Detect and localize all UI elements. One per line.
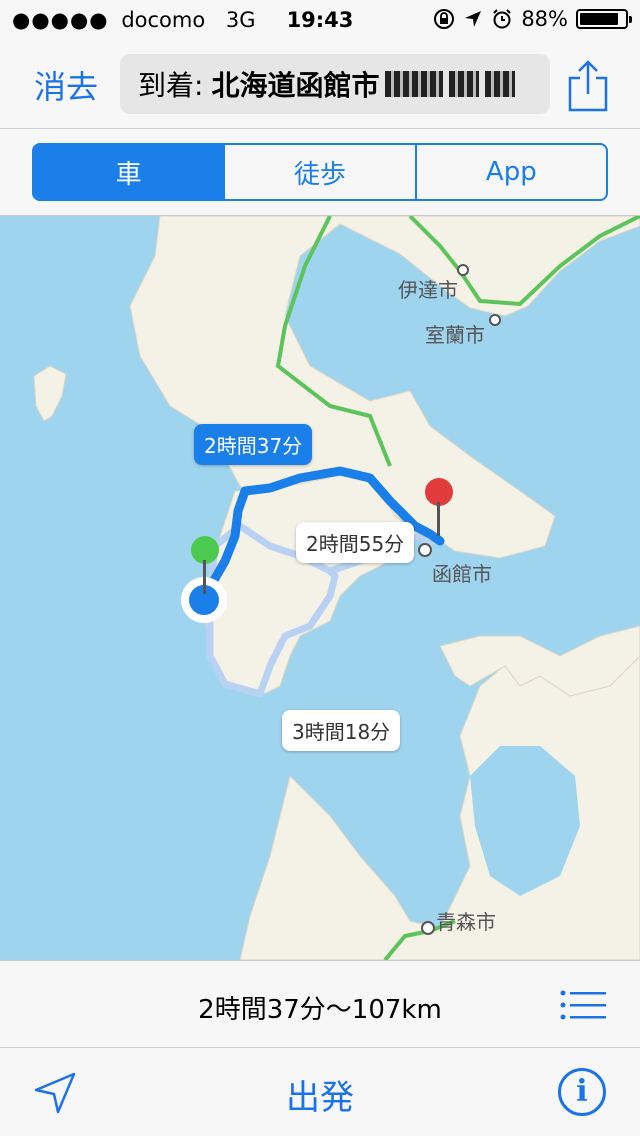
bottom-toolbar: 出発 i bbox=[0, 1048, 640, 1136]
battery-icon bbox=[576, 9, 632, 29]
clear-button[interactable]: 消去 bbox=[34, 62, 98, 108]
destination-pin-stick bbox=[437, 502, 440, 536]
route-summary-text: 2時間37分〜107km bbox=[198, 995, 442, 1025]
route-summary-bar: 2時間37分〜107km bbox=[0, 960, 640, 1048]
alarm-icon bbox=[493, 9, 512, 29]
city-dot-muroran bbox=[489, 314, 501, 326]
route-callout[interactable]: 2時間55分 bbox=[296, 522, 415, 563]
land-okushiri-island bbox=[33, 365, 67, 422]
share-icon[interactable] bbox=[566, 60, 610, 112]
nav-bar: 消去 到着: 北海道函館市 bbox=[0, 40, 640, 128]
destination-field[interactable]: 到着: 北海道函館市 bbox=[120, 54, 550, 114]
battery-percent: 88% bbox=[521, 7, 568, 31]
redacted-text bbox=[485, 71, 516, 97]
city-dot-aomori bbox=[421, 921, 435, 935]
start-pin-stick bbox=[203, 560, 206, 594]
status-right: 88% bbox=[433, 7, 632, 31]
location-arrow-icon bbox=[465, 11, 482, 27]
tab-car[interactable]: 車 bbox=[34, 145, 224, 199]
redacted-text bbox=[449, 71, 480, 97]
info-icon[interactable]: i bbox=[558, 1068, 606, 1116]
place-label: 函館市 bbox=[432, 562, 492, 586]
tab-app[interactable]: App bbox=[414, 145, 606, 199]
place-label: 青森市 bbox=[436, 910, 496, 934]
place-label: 伊達市 bbox=[398, 278, 458, 302]
redacted-text bbox=[385, 71, 444, 97]
status-bar: ●●●●● docomo 3G 19:43 88% bbox=[0, 0, 640, 40]
destination-prefix: 到着: bbox=[138, 69, 204, 102]
route-callout[interactable]: 3時間18分 bbox=[282, 710, 401, 751]
place-label: 室蘭市 bbox=[425, 323, 485, 347]
tab-walk[interactable]: 徒歩 bbox=[223, 145, 414, 199]
rotation-lock-icon bbox=[434, 9, 455, 29]
city-dot-hakodate bbox=[418, 543, 432, 557]
city-dot-date bbox=[457, 264, 469, 276]
route-callout-selected[interactable]: 2時間37分 bbox=[194, 424, 313, 465]
list-icon[interactable] bbox=[560, 989, 606, 1023]
start-button[interactable]: 出発 bbox=[0, 1070, 640, 1119]
destination-value: 北海道函館市 bbox=[211, 69, 380, 102]
transport-bar: 車 徒歩 App bbox=[0, 128, 640, 216]
map-canvas bbox=[33, 216, 640, 960]
map-view[interactable]: 伊達市 室蘭市 函館市 青森市 2時間37分 2時間55分 3時間18分 bbox=[0, 216, 640, 960]
transport-segmented-control: 車 徒歩 App bbox=[32, 143, 608, 201]
